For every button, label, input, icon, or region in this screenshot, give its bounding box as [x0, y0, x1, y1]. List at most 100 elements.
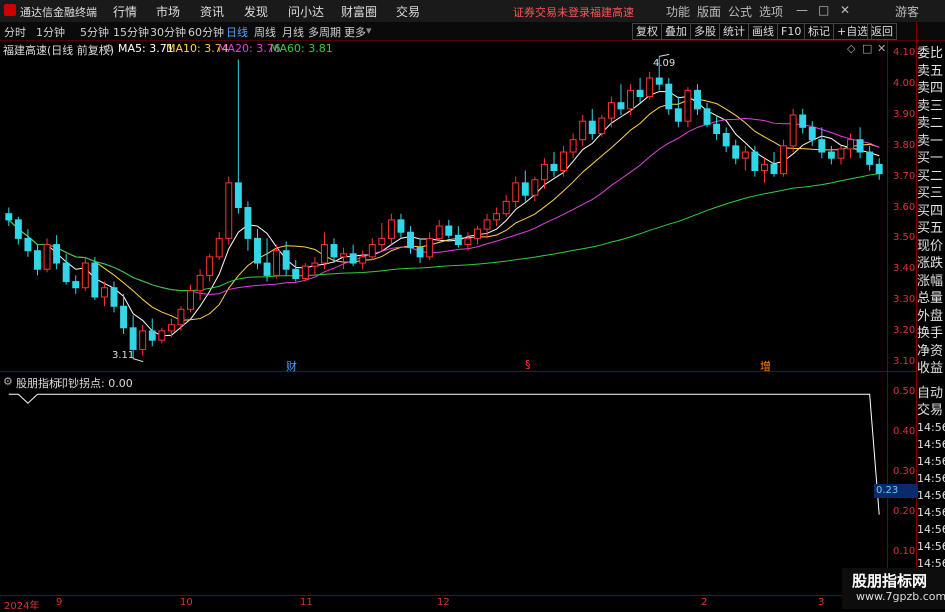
- quote-panel-item[interactable]: 卖四: [917, 80, 945, 98]
- trade-panel-item[interactable]: 自动: [917, 385, 945, 402]
- tab-weekly[interactable]: 周线: [254, 24, 276, 40]
- user-guest[interactable]: 游客: [895, 3, 919, 20]
- indicator-tick: 0.30: [893, 466, 916, 477]
- watermark: 股朋指标网 www.7gpzb.com: [842, 568, 945, 609]
- candle-body: [196, 274, 204, 292]
- tab-5min[interactable]: 5分钟: [80, 24, 109, 40]
- close-icon[interactable]: ✕: [840, 3, 850, 17]
- tab-more[interactable]: 更多: [344, 24, 366, 40]
- ma10-line: [8, 98, 880, 321]
- candle-body: [81, 262, 89, 289]
- multi-stock-button[interactable]: 多股: [690, 23, 720, 40]
- chevron-down-icon[interactable]: ▾: [366, 24, 372, 37]
- tab-intraday[interactable]: 分时: [4, 24, 26, 40]
- tab-15min[interactable]: 15分钟: [113, 24, 149, 40]
- quote-panel-item[interactable]: 现价: [917, 238, 945, 256]
- indicator-chart[interactable]: [0, 372, 887, 595]
- quote-panel-item[interactable]: 涨幅: [917, 273, 945, 291]
- menu-item-formula[interactable]: 公式: [728, 3, 752, 20]
- quote-panel-item[interactable]: 净资: [917, 343, 945, 361]
- menu-item-function[interactable]: 功能: [666, 3, 690, 20]
- candle-body: [531, 179, 539, 196]
- quote-panel-item[interactable]: 卖五: [917, 63, 945, 81]
- maximize-icon[interactable]: □: [818, 3, 829, 17]
- candle-body: [120, 305, 128, 329]
- adjust-button[interactable]: 复权: [632, 23, 662, 40]
- menu-item-wealth[interactable]: 财富圈: [341, 3, 377, 20]
- quote-panel-item[interactable]: 卖三: [917, 98, 945, 116]
- quote-panel-item[interactable]: 总量: [917, 290, 945, 308]
- minimize-icon[interactable]: —: [796, 3, 808, 17]
- candle-body: [636, 89, 644, 98]
- candle-body: [5, 213, 13, 221]
- x-axis-line: [0, 595, 945, 596]
- candle-body: [550, 163, 558, 172]
- candle-body: [435, 225, 443, 239]
- quote-panel-item[interactable]: 卖一: [917, 133, 945, 151]
- overlay-button[interactable]: 叠加: [661, 23, 691, 40]
- menu-item-discover[interactable]: 发现: [244, 3, 268, 20]
- menu-item-quotes[interactable]: 行情: [113, 3, 137, 20]
- candle-body: [665, 83, 673, 110]
- quote-panel-item[interactable]: 买一: [917, 150, 945, 168]
- quote-panel-item[interactable]: 外盘: [917, 308, 945, 326]
- trade-panel-item[interactable]: 交易: [917, 402, 945, 419]
- mark-button[interactable]: 标记: [804, 23, 834, 40]
- indicator-tick: 0.40: [893, 426, 916, 437]
- candlestick-chart[interactable]: [0, 41, 887, 371]
- draw-line-button[interactable]: 画线: [748, 23, 778, 40]
- candle-body: [856, 139, 864, 153]
- quote-panel-item[interactable]: 买五: [917, 220, 945, 238]
- f10-button[interactable]: F10: [777, 23, 806, 40]
- indicator-settings-icon[interactable]: ⚙: [3, 375, 13, 388]
- back-button[interactable]: 返回: [867, 23, 897, 40]
- menu-item-xiaoda[interactable]: 问小达: [288, 3, 324, 20]
- candle-body: [722, 133, 730, 147]
- stats-button[interactable]: 统计: [719, 23, 749, 40]
- event-mark-increase[interactable]: 增: [760, 358, 771, 374]
- candle-body: [789, 114, 797, 147]
- quote-panel: 委比 卖五 卖四 卖三 卖二 卖一 买一 买二 买三 买四 买五 现价 涨跌 涨幅 总量 外盘 换手 净资 收益: [917, 45, 945, 378]
- ma5-line: [8, 91, 880, 337]
- candle-body: [206, 256, 214, 276]
- timeframe-toolbar: 分时 1分钟 5分钟 15分钟 30分钟 60分钟 日线 周线 月线 多周期 更…: [0, 22, 945, 41]
- login-status[interactable]: 证券交易未登录: [513, 4, 590, 20]
- watermark-title: 股朋指标网: [852, 572, 928, 590]
- quote-panel-item[interactable]: 涨跌: [917, 255, 945, 273]
- event-mark-section[interactable]: §: [525, 358, 531, 371]
- tab-monthly[interactable]: 月线: [282, 24, 304, 40]
- candle-body: [770, 163, 778, 175]
- candle-body: [703, 108, 711, 125]
- candle-body: [72, 281, 80, 289]
- x-label-mar: 3: [818, 597, 825, 608]
- quote-panel-item[interactable]: 买二: [917, 168, 945, 186]
- candle-body: [167, 324, 175, 332]
- tab-daily[interactable]: 日线: [226, 24, 248, 40]
- candle-body: [866, 151, 874, 165]
- current-stock-name: 福建高速: [590, 6, 634, 19]
- quote-panel-item[interactable]: 买三: [917, 185, 945, 203]
- menu-item-options[interactable]: 选项: [759, 3, 783, 20]
- candle-body: [177, 308, 185, 326]
- menu-item-trade[interactable]: 交易: [396, 3, 420, 20]
- menu-item-layout[interactable]: 版面: [697, 3, 721, 20]
- candle-body: [225, 182, 233, 239]
- quote-panel-item[interactable]: 卖二: [917, 115, 945, 133]
- watermark-url: www.7gpzb.com: [856, 590, 945, 603]
- tab-1min[interactable]: 1分钟: [36, 24, 65, 40]
- price-tick: 3.60: [893, 201, 916, 213]
- quote-panel-item[interactable]: 收益: [917, 360, 945, 378]
- candle-body: [282, 250, 290, 270]
- quote-panel-item[interactable]: 换手: [917, 325, 945, 343]
- indicator-name: 股朋指标: [16, 377, 60, 390]
- tab-multi-period[interactable]: 多周期: [308, 24, 341, 40]
- tab-30min[interactable]: 30分钟: [150, 24, 186, 40]
- menu-item-news[interactable]: 资讯: [200, 3, 224, 20]
- menu-item-market[interactable]: 市场: [156, 3, 180, 20]
- indicator-line: [8, 393, 880, 515]
- quote-panel-item[interactable]: 买四: [917, 203, 945, 221]
- candle-body: [110, 287, 118, 307]
- quote-panel-item[interactable]: 委比: [917, 45, 945, 63]
- event-mark-finance[interactable]: 财: [286, 358, 297, 374]
- tab-60min[interactable]: 60分钟: [188, 24, 224, 40]
